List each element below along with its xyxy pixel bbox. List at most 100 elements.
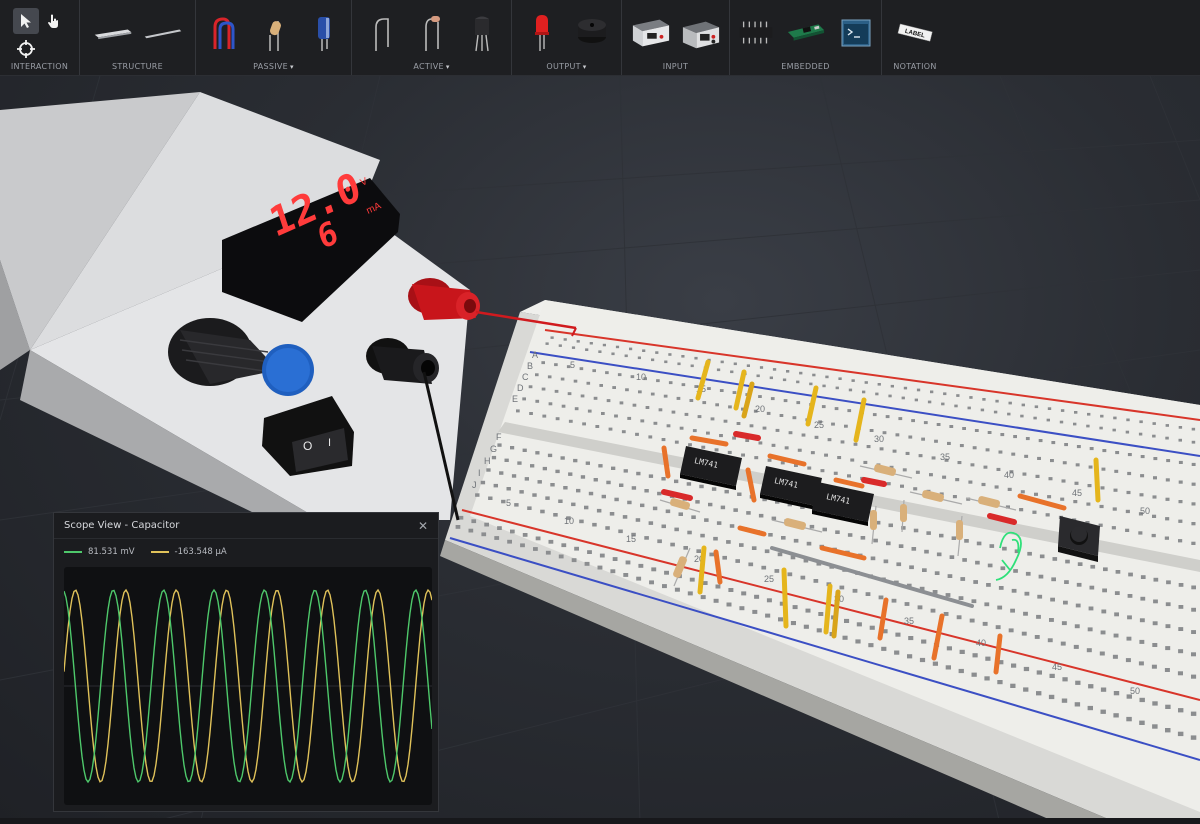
power-supply-tool[interactable] — [631, 11, 671, 55]
select-pointer-tool[interactable] — [12, 8, 39, 34]
toolbar-label-structure: STRUCTURE — [111, 62, 164, 71]
scope-waveform-canvas — [64, 588, 432, 784]
toolbar-label-input: INPUT — [662, 62, 689, 71]
bent-diode-icon — [424, 16, 440, 51]
col-number: 40 — [1004, 470, 1014, 480]
toolbar-label-interaction: INTERACTION — [10, 62, 69, 71]
label-tag-icon: LABEL — [897, 23, 933, 42]
col-number: 35 — [904, 616, 914, 626]
breadboard-tool[interactable] — [93, 11, 133, 55]
col-number: 50 — [1140, 506, 1150, 516]
legend-swatch-yellow — [150, 551, 169, 553]
col-number: 45 — [1052, 662, 1062, 672]
toolbar-label-passive: PASSIVE — [253, 62, 289, 71]
toolbar-group-embedded: EMBEDDED — [730, 0, 882, 75]
crosshair-icon — [16, 40, 35, 58]
scope-legend: 81.531 mV -163.548 μA — [54, 539, 438, 565]
capacitor-tool[interactable] — [304, 11, 344, 55]
led-diode-tool[interactable] — [412, 11, 452, 55]
function-generator-icon — [682, 21, 719, 49]
buzzer-icon — [577, 19, 606, 43]
row-letter-c: C — [522, 372, 529, 382]
legend-voltage: 81.531 mV — [64, 547, 135, 557]
col-number: 20 — [755, 404, 765, 414]
toolbar-group-passive: PASSIVE ▾ — [196, 0, 352, 75]
function-generator-tool[interactable] — [681, 11, 721, 55]
arrow-pointer-icon — [20, 14, 31, 28]
toolbar-label-notation: NOTATION — [893, 62, 937, 71]
col-number: 15 — [626, 534, 636, 544]
toolbar-group-interaction: INTERACTION — [0, 0, 80, 75]
breadboard[interactable]: A B C D E F G H I J 5 10 15 20 25 — [440, 300, 1200, 824]
led-tool[interactable] — [522, 11, 562, 55]
breadboard-icon — [94, 29, 131, 40]
transistor-icon — [474, 16, 489, 52]
toolbar-label-embedded: EMBEDDED — [781, 62, 830, 71]
jumper-wire-icon — [213, 17, 234, 49]
crosshair-tool[interactable] — [13, 36, 39, 62]
legend-voltage-value: 81.531 mV — [88, 547, 135, 557]
power-supply-icon — [632, 19, 669, 47]
toolbar-label-output: OUTPUT — [546, 62, 581, 71]
legend-current-value: -163.548 μA — [174, 547, 227, 557]
row-letter-g: G — [490, 444, 497, 454]
scope-title-bar[interactable]: Scope View - Capacitor ✕ — [54, 513, 438, 539]
col-number: 5 — [506, 498, 511, 508]
col-number: 35 — [940, 452, 950, 462]
toolbar-label-active: ACTIVE — [413, 62, 444, 71]
ic-chip-icon — [739, 21, 772, 44]
diode-tool[interactable] — [362, 11, 402, 55]
wire-strip-tool[interactable] — [143, 11, 183, 55]
scope-view-panel[interactable]: Scope View - Capacitor ✕ 81.531 mV -163.… — [53, 512, 439, 812]
row-letter-e: E — [512, 394, 518, 404]
scope-plot-area[interactable] — [64, 567, 432, 805]
diode-icon — [374, 18, 389, 51]
hand-interact-tool[interactable] — [41, 8, 67, 34]
legend-current: -163.548 μA — [150, 547, 227, 557]
row-letter-b: B — [527, 361, 533, 371]
row-letter-d: D — [517, 383, 524, 393]
switch-on-label: I — [328, 437, 331, 449]
legend-swatch-green — [64, 551, 82, 553]
hand-pointer-icon — [47, 14, 58, 28]
row-letter-i: I — [478, 468, 481, 478]
microcontroller-tool[interactable] — [786, 11, 826, 55]
chevron-down-icon: ▾ — [290, 63, 294, 71]
wire-strip-icon — [144, 29, 181, 39]
row-letter-h: H — [484, 456, 491, 466]
toolbar-dropdown-output[interactable]: OUTPUT ▾ — [546, 62, 586, 71]
toolbar-dropdown-active[interactable]: ACTIVE ▾ — [413, 62, 449, 71]
app-root: INTERACTION STRUCTURE PASSIVE ▾ ACTIVE ▾… — [0, 0, 1200, 824]
col-number: 10 — [564, 516, 574, 526]
red-led-icon — [534, 15, 549, 51]
row-letter-a: A — [532, 350, 538, 360]
label-tool[interactable]: LABEL — [895, 11, 935, 55]
toolbar-group-output: OUTPUT ▾ — [512, 0, 622, 75]
capacitor-icon — [317, 17, 330, 51]
toolbar-dropdown-passive[interactable]: PASSIVE ▾ — [253, 62, 294, 71]
chevron-down-icon: ▾ — [445, 63, 450, 71]
toolbar-group-notation: LABEL NOTATION — [882, 0, 948, 75]
buzzer-tool[interactable] — [572, 11, 612, 55]
col-number: 30 — [874, 434, 884, 444]
ic-chip-tool[interactable] — [736, 11, 776, 55]
component-toolbar: INTERACTION STRUCTURE PASSIVE ▾ ACTIVE ▾… — [0, 0, 1200, 76]
col-number: 50 — [1130, 686, 1140, 696]
col-number: 10 — [636, 372, 646, 382]
col-number: 25 — [814, 420, 824, 430]
microcontroller-board-icon — [787, 24, 824, 41]
jumper-wire-tool[interactable] — [204, 11, 244, 55]
close-icon[interactable]: ✕ — [418, 519, 428, 533]
scope-title: Scope View - Capacitor — [64, 520, 180, 531]
col-number: 40 — [976, 638, 986, 648]
toolbar-group-structure: STRUCTURE — [80, 0, 196, 75]
resistor-tool[interactable] — [254, 11, 294, 55]
row-letter-f: F — [496, 432, 502, 442]
col-number: 5 — [570, 360, 575, 370]
transistor-tool[interactable] — [462, 11, 502, 55]
col-number: 25 — [764, 574, 774, 584]
terminal-tool[interactable] — [836, 11, 876, 55]
terminal-icon — [841, 19, 870, 47]
toolbar-group-active: ACTIVE ▾ — [352, 0, 512, 75]
status-bar — [0, 818, 1200, 824]
